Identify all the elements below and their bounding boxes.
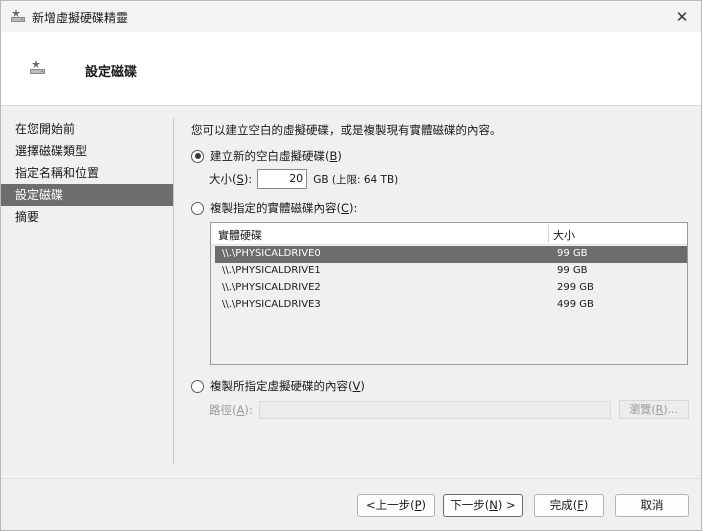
column-header-physical-disk[interactable]: 實體硬碟 — [218, 227, 262, 243]
nav-item-before-you-begin[interactable]: 在您開始前 — [1, 118, 173, 140]
disk-name: \\.\PHYSICALDRIVE0 — [222, 248, 321, 259]
window-title: 新增虛擬硬碟精靈 — [32, 11, 129, 25]
size-unit-text: GB (上限: 64 TB) — [313, 173, 399, 186]
disk-name: \\.\PHYSICALDRIVE1 — [222, 265, 321, 276]
nav-divider — [173, 118, 174, 464]
disk-size: 99 GB — [557, 265, 588, 276]
radio-new-blank-disk[interactable]: 建立新的空白虛擬硬碟(B) — [191, 148, 342, 164]
close-icon: ✕ — [675, 7, 689, 26]
size-row: 大小(S): 20 GB (上限: 64 TB) — [209, 169, 398, 189]
size-label: 大小(S): — [209, 172, 253, 186]
wizard-window: 新增虛擬硬碟精靈 ✕ 設定磁碟 在您開始前 選擇磁碟類型 指定名稱和位置 設定磁… — [0, 0, 702, 531]
path-row: 路徑(A): 瀏覽(R)... — [209, 400, 689, 419]
finish-button[interactable]: 完成(F) — [534, 494, 604, 517]
radio-label: 複製所指定虛擬硬碟的內容(V) — [210, 379, 365, 393]
column-header-size[interactable]: 大小 — [553, 227, 575, 243]
radio-button[interactable] — [191, 149, 204, 163]
disk-size: 299 GB — [557, 282, 594, 293]
disk-list-header: 實體硬碟 大小 — [211, 223, 687, 245]
previous-button[interactable]: <上一步(P) — [357, 494, 435, 517]
close-button[interactable]: ✕ — [665, 1, 699, 32]
radio-copy-virtual-disk[interactable]: 複製所指定虛擬硬碟的內容(V) — [191, 378, 365, 394]
disk-row[interactable]: \\.\PHYSICALDRIVE0 99 GB — [215, 246, 687, 263]
radio-button[interactable] — [191, 379, 204, 393]
disk-size: 499 GB — [557, 299, 594, 310]
radio-copy-physical-disk[interactable]: 複製指定的實體磁碟內容(C): — [191, 200, 357, 216]
nav-item-choose-disk-type[interactable]: 選擇磁碟類型 — [1, 140, 173, 162]
disk-wizard-icon — [29, 60, 47, 76]
physical-disk-list[interactable]: 實體硬碟 大小 \\.\PHYSICALDRIVE0 99 GB \\.\PHY… — [210, 222, 688, 365]
disk-row[interactable]: \\.\PHYSICALDRIVE2 299 GB — [215, 280, 687, 297]
nav-item-configure-disk[interactable]: 設定磁碟 — [1, 184, 173, 206]
nav-item-name-and-location[interactable]: 指定名稱和位置 — [1, 162, 173, 184]
column-separator[interactable] — [548, 225, 549, 243]
disk-row[interactable]: \\.\PHYSICALDRIVE3 499 GB — [215, 297, 687, 314]
next-button[interactable]: 下一步(N) > — [443, 494, 523, 517]
footer-divider — [1, 478, 701, 479]
wizard-header: 設定磁碟 — [1, 32, 701, 106]
disk-wizard-icon — [10, 8, 26, 24]
radio-button[interactable] — [191, 201, 204, 215]
disk-name: \\.\PHYSICALDRIVE2 — [222, 282, 321, 293]
disk-size: 99 GB — [557, 248, 588, 259]
title-bar: 新增虛擬硬碟精靈 ✕ — [1, 1, 701, 32]
cancel-button[interactable]: 取消 — [615, 494, 689, 517]
wizard-steps-nav: 在您開始前 選擇磁碟類型 指定名稱和位置 設定磁碟 摘要 — [1, 118, 173, 228]
page-title: 設定磁碟 — [85, 65, 138, 80]
disk-row[interactable]: \\.\PHYSICALDRIVE1 99 GB — [215, 263, 687, 280]
disk-name: \\.\PHYSICALDRIVE3 — [222, 299, 321, 310]
intro-text: 您可以建立空白的虛擬硬碟，或是複製現有實體磁碟的內容。 — [191, 123, 502, 137]
radio-label: 建立新的空白虛擬硬碟(B) — [210, 149, 342, 163]
browse-button[interactable]: 瀏覽(R)... — [618, 400, 689, 419]
size-input[interactable]: 20 — [257, 169, 308, 189]
path-label: 路徑(A): — [209, 402, 253, 417]
radio-label: 複製指定的實體磁碟內容(C): — [210, 201, 358, 215]
path-input[interactable] — [258, 400, 611, 419]
nav-item-summary[interactable]: 摘要 — [1, 206, 173, 228]
